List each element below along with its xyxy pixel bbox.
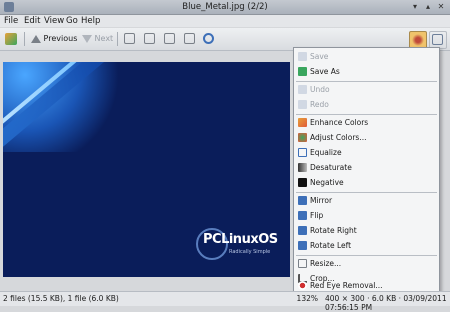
- negative-icon: [298, 178, 307, 187]
- document-icon: [432, 34, 443, 45]
- status-files: 2 files (15.5 KB), 1 file (6.0 KB): [3, 294, 119, 303]
- status-zoom: 132%: [296, 294, 318, 303]
- rotate-left-icon: [298, 241, 307, 250]
- equalize-icon: [298, 148, 307, 157]
- menu-go[interactable]: Go: [66, 16, 78, 26]
- redo-icon: [298, 100, 307, 109]
- mirror-icon: [298, 196, 307, 205]
- palette-icon: [412, 34, 424, 46]
- menu-item-adjust-colors[interactable]: Adjust Colors...: [294, 131, 439, 145]
- normal-size-icon: [164, 33, 175, 44]
- zoom-fit-button[interactable]: [144, 31, 155, 47]
- menu-item-equalize[interactable]: Equalize: [294, 146, 439, 160]
- status-image-info: 400 × 300 · 6.0 KB · 03/09/2011 07:56:15…: [325, 294, 447, 312]
- menu-help[interactable]: Help: [81, 16, 100, 26]
- desaturate-icon: [298, 163, 307, 172]
- menu-item-enhance-colors[interactable]: Enhance Colors: [294, 116, 439, 130]
- resize-icon: [298, 259, 307, 268]
- menu-item-save[interactable]: Save: [294, 50, 439, 64]
- first-image-button[interactable]: [124, 31, 135, 47]
- status-bar: 2 files (15.5 KB), 1 file (6.0 KB) 132% …: [0, 291, 450, 312]
- browser-mode-button[interactable]: [5, 31, 17, 47]
- menu-item-resize[interactable]: Resize...: [294, 257, 439, 271]
- maximize-icon[interactable]: ▴: [423, 2, 433, 12]
- window-title: Blue_Metal.jpg (2/2): [182, 2, 268, 12]
- image-logo: PCLinuxOS: [203, 232, 278, 247]
- menu-item-redo[interactable]: Redo: [294, 98, 439, 112]
- image-logo-tagline: Radically Simple: [229, 249, 271, 255]
- menu-item-rotate-right[interactable]: Rotate Right: [294, 224, 439, 238]
- menu-file[interactable]: File: [4, 16, 18, 26]
- zoom-normal-button[interactable]: [164, 31, 175, 47]
- menu-item-undo[interactable]: Undo: [294, 83, 439, 97]
- arrow-down-icon: [82, 34, 92, 43]
- toolbar-separator: [117, 32, 118, 46]
- menu-item-flip[interactable]: Flip: [294, 209, 439, 223]
- previous-label: Previous: [43, 34, 78, 43]
- menu-separator: [296, 255, 437, 256]
- browser-icon: [5, 32, 17, 45]
- arrow-up-icon: [31, 34, 41, 43]
- edit-tools-menu: Save Save As Undo Redo Enhance Colors Ad…: [293, 47, 440, 294]
- menu-bar: File Edit View Go Help: [0, 15, 450, 27]
- flip-icon: [298, 211, 307, 220]
- menu-separator: [296, 81, 437, 82]
- fit-icon: [144, 33, 155, 44]
- red-eye-icon: [298, 281, 307, 290]
- previous-button[interactable]: Previous: [31, 31, 77, 47]
- menu-separator: [296, 114, 437, 115]
- title-bar: Blue_Metal.jpg (2/2) ▾ ▴ ✕: [0, 0, 450, 15]
- menu-view[interactable]: View: [44, 16, 64, 26]
- fullscreen-button[interactable]: [184, 31, 195, 47]
- save-as-icon: [298, 67, 307, 76]
- toolbar-separator: [24, 32, 25, 46]
- menu-item-mirror[interactable]: Mirror: [294, 194, 439, 208]
- first-icon: [124, 33, 135, 44]
- next-button[interactable]: Next: [82, 31, 113, 47]
- save-icon: [298, 52, 307, 61]
- fullscreen-icon: [184, 33, 195, 44]
- next-label: Next: [94, 34, 114, 43]
- zoom-icon: [203, 33, 214, 44]
- undo-icon: [298, 85, 307, 94]
- menu-item-negative[interactable]: Negative: [294, 176, 439, 190]
- image-viewer[interactable]: PCLinuxOS Radically Simple: [3, 62, 290, 277]
- enhance-colors-icon: [298, 118, 307, 127]
- close-icon[interactable]: ✕: [436, 2, 446, 12]
- minimize-icon[interactable]: ▾: [410, 2, 420, 12]
- menu-item-save-as[interactable]: Save As: [294, 65, 439, 79]
- menu-item-desaturate[interactable]: Desaturate: [294, 161, 439, 175]
- rotate-right-icon: [298, 226, 307, 235]
- menu-separator: [296, 192, 437, 193]
- menu-item-rotate-left[interactable]: Rotate Left: [294, 239, 439, 253]
- menu-edit[interactable]: Edit: [24, 16, 40, 26]
- adjust-colors-icon: [298, 133, 307, 142]
- zoom-button[interactable]: [203, 31, 214, 47]
